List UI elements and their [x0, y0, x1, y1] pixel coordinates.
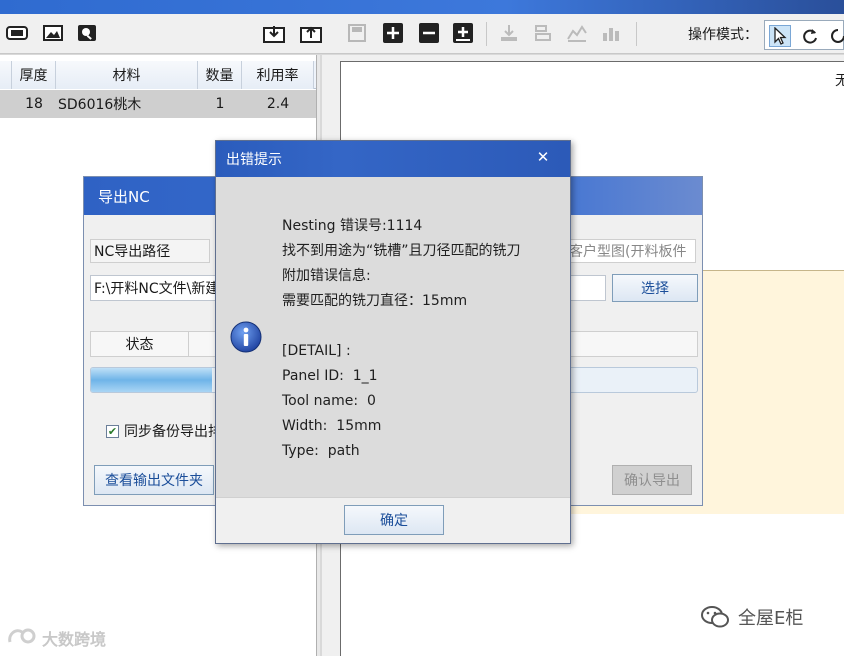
row-indicator-header — [0, 61, 12, 89]
error-message-line: Type: path — [282, 443, 360, 459]
main-toolbar: 操作模式： — [0, 14, 844, 54]
info-icon — [230, 321, 262, 353]
rotate-alt-icon[interactable] — [827, 25, 844, 47]
column-header-quantity[interactable]: 数量 — [198, 61, 242, 89]
column-header-thickness[interactable]: 厚度 — [12, 61, 56, 89]
window-title-strip — [0, 0, 844, 14]
error-message-line: Width: 15mm — [282, 418, 382, 434]
align-bottom-icon[interactable] — [498, 22, 520, 44]
utilization-cell: 2.4 — [266, 96, 290, 112]
quantity-cell: 1 — [215, 96, 225, 112]
chart-line-icon[interactable] — [566, 22, 588, 44]
operation-mode-label: 操作模式： — [688, 27, 758, 43]
select-pointer-icon[interactable] — [769, 25, 791, 47]
bar-chart-icon[interactable] — [600, 22, 622, 44]
column-header-material[interactable]: 材料 — [56, 61, 198, 89]
column-header-utilization[interactable]: 利用率 — [242, 61, 314, 89]
wechat-icon — [700, 605, 730, 629]
error-message-line: [DETAIL] : — [282, 343, 351, 359]
rotate-icon[interactable] — [799, 25, 821, 47]
canvas-corner-text: 无 — [835, 73, 844, 89]
error-dialog: 出错提示 ✕ Nesting 错误号:1114 找不到用途为“铣槽”且刀径匹配的… — [215, 140, 571, 544]
table-row[interactable]: 18 SD6016桃木 1 2.4 — [0, 90, 316, 118]
thickness-cell: 18 — [25, 96, 43, 112]
parts-grid-header: 厚度 材料 数量 利用率 — [0, 61, 316, 89]
zoom-out-icon[interactable] — [418, 22, 440, 44]
watermark-left: 大数跨境 — [6, 626, 106, 650]
error-dialog-title: 出错提示 — [226, 152, 282, 168]
error-message-line: Tool name: 0 — [282, 393, 376, 409]
sync-backup-checkbox[interactable]: ✔ 同步备份导出排 — [106, 421, 222, 441]
error-dialog-titlebar[interactable]: 出错提示 — [216, 141, 570, 177]
error-message-line: 附加错误信息: — [282, 268, 371, 284]
error-message-line: 找不到用途为“铣槽”且刀径匹配的铣刀 — [282, 243, 521, 259]
watermark-logo-icon — [6, 626, 38, 650]
watermark-left-text: 大数跨境 — [42, 630, 107, 649]
toolbar-separator — [486, 22, 487, 46]
fit-view-icon[interactable] — [452, 22, 474, 44]
column-header-status[interactable]: 状态 — [91, 332, 189, 356]
stack-parts-icon[interactable] — [532, 22, 554, 44]
watermark-right-text: 全屋E柜 — [738, 608, 804, 629]
error-message-line: 需要匹配的铣刀直径：15mm — [282, 293, 468, 309]
zoom-in-icon[interactable] — [382, 22, 404, 44]
error-message-line: Panel ID: 1_1 — [282, 368, 378, 384]
nc-path-label: NC导出路径 — [90, 239, 210, 263]
image-icon[interactable] — [42, 22, 64, 44]
watermark-right: 全屋E柜 — [700, 604, 803, 630]
error-message-line: Nesting 错误号:1114 — [282, 218, 423, 234]
operation-mode-group — [764, 20, 844, 50]
toolbar-separator — [636, 22, 637, 46]
target-name-field[interactable]: 客户型图(开料板件 — [568, 239, 696, 263]
view-output-folder-button[interactable]: 查看输出文件夹 — [94, 465, 214, 495]
choose-path-button[interactable]: 选择 — [612, 274, 698, 302]
import-down-icon[interactable] — [263, 22, 285, 44]
error-dialog-footer: 确定 — [216, 497, 570, 543]
error-message-line — [282, 314, 521, 339]
error-message: Nesting 错误号:1114 找不到用途为“铣槽”且刀径匹配的铣刀 附加错误… — [282, 214, 521, 464]
preview-search-icon[interactable] — [76, 22, 98, 44]
export-up-icon[interactable] — [300, 22, 322, 44]
sync-backup-label: 同步备份导出排 — [124, 424, 222, 440]
error-dialog-body: Nesting 错误号:1114 找不到用途为“铣槽”且刀径匹配的铣刀 附加错误… — [216, 177, 570, 497]
export-progress-fill — [91, 368, 213, 392]
close-icon[interactable]: ✕ — [532, 147, 554, 167]
ok-button[interactable]: 确定 — [344, 505, 444, 535]
checkbox-check-icon: ✔ — [106, 424, 119, 438]
save-icon[interactable] — [346, 22, 368, 44]
confirm-export-button[interactable]: 确认导出 — [612, 465, 692, 495]
parts-list-icon[interactable] — [6, 22, 28, 44]
material-cell: SD6016桃木 — [58, 97, 142, 113]
